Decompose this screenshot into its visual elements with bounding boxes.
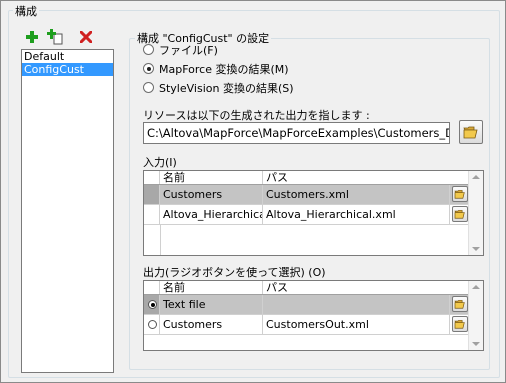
output-grid-scrollbar[interactable] [468,281,483,350]
scroll-down-arrow-icon[interactable] [472,342,480,346]
copy-config-button[interactable] [46,28,64,46]
output-grid-row[interactable]: Text file [144,295,470,315]
config-group-title: 構成 [13,3,39,19]
folder-open-icon [454,300,465,309]
input-grid-row[interactable]: Altova_Hierarchical Altova_Hierarchical.… [144,205,470,225]
copy-add-icon [47,29,63,45]
output-grid[interactable]: 名前 パス Text file Customers CustomersOut.x… [143,280,484,351]
radio-mapforce[interactable]: MapForce 変換の結果(M) [143,61,289,76]
input-grid[interactable]: 名前 パス Customers Customers.xml Altova_Hie… [143,170,484,256]
input-row-marker [144,185,160,204]
config-list-item-default[interactable]: Default [22,50,113,63]
input-grid-blank-col [160,225,161,255]
input-grid-path-header: パス [266,171,288,184]
output-row-browse-button[interactable] [452,316,468,332]
output-row-name[interactable]: Customers [160,315,263,334]
radio-mapforce-label: MapForce 変換の結果(M) [159,62,289,76]
resource-path-field[interactable]: C:\Altova\MapForce\MapForceExamples\Cust… [143,122,450,144]
output-row-path[interactable]: CustomersOut.xml [263,315,450,334]
input-grid-name-header: 名前 [160,171,263,184]
delete-x-icon [80,31,92,43]
output-grid-name-header: 名前 [160,281,263,294]
plus-icon [26,31,38,43]
scroll-up-arrow-icon[interactable] [472,285,480,289]
configuration-panel: 構成 Default ConfigCust 構成 "ConfigCust" の設… [0,0,506,383]
input-grid-scrollbar[interactable] [468,171,483,255]
output-grid-label: 出力(ラジオボタンを使って選択) (O) [143,266,326,279]
output-row-radio[interactable] [148,300,157,309]
folder-open-icon [454,320,465,329]
folder-open-icon [454,210,465,219]
delete-config-button[interactable] [77,28,95,46]
resource-browse-button[interactable] [459,120,483,144]
scroll-down-arrow-icon[interactable] [472,247,480,251]
radio-stylevision[interactable]: StyleVision 変換の結果(S) [143,80,294,95]
input-row-name[interactable]: Altova_Hierarchical [160,205,263,224]
input-row-path[interactable]: Customers.xml [263,185,450,204]
input-row-browse-button[interactable] [452,186,468,202]
output-row-path[interactable] [263,295,450,314]
add-config-button[interactable] [23,28,41,46]
input-row-browse-button[interactable] [452,206,468,222]
resource-label: リソースは以下の生成された出力を指します : [143,109,370,122]
radio-mapforce-button[interactable] [143,63,154,74]
output-grid-header: 名前 パス [144,281,470,295]
config-list[interactable]: Default ConfigCust [21,49,114,373]
radio-stylevision-button[interactable] [143,82,154,93]
output-row-name[interactable]: Text file [160,295,263,314]
config-list-item-configcust[interactable]: ConfigCust [22,63,113,76]
input-grid-row[interactable]: Customers Customers.xml [144,185,470,205]
input-grid-label: 入力(I) [143,156,177,169]
output-grid-path-header: パス [266,281,288,294]
output-grid-row[interactable]: Customers CustomersOut.xml [144,315,470,335]
input-row-path[interactable]: Altova_Hierarchical.xml [263,205,450,224]
input-grid-rownum-header [144,171,160,184]
output-row-radio-cell[interactable] [144,315,160,334]
output-row-radio-cell[interactable] [144,295,160,314]
folder-open-icon [454,190,465,199]
radio-stylevision-label: StyleVision 変換の結果(S) [159,81,294,95]
input-row-name[interactable]: Customers [160,185,263,204]
folder-open-icon [463,126,478,139]
output-row-browse-button[interactable] [452,296,468,312]
radio-file-button[interactable] [143,44,154,55]
output-row-radio[interactable] [148,320,157,329]
input-row-marker [144,205,160,224]
output-grid-radio-header [144,281,160,294]
radio-file[interactable]: ファイル(F) [143,42,218,57]
radio-file-label: ファイル(F) [159,43,218,57]
scroll-up-arrow-icon[interactable] [472,175,480,179]
input-grid-header: 名前 パス [144,171,470,185]
